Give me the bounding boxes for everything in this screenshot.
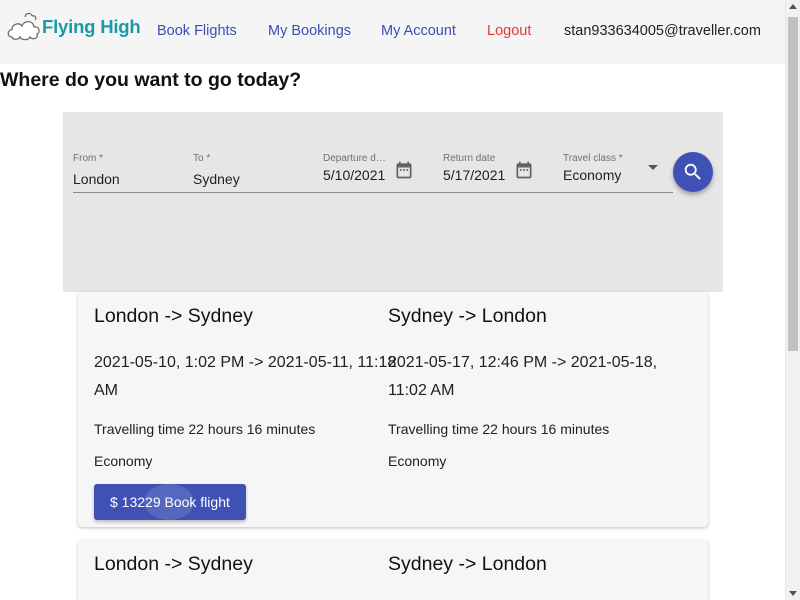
logo[interactable]: Flying High bbox=[6, 10, 142, 44]
outbound-route: London -> Sydney bbox=[94, 553, 253, 575]
flight-result-card: London -> Sydney Sydney -> London bbox=[78, 540, 708, 600]
book-flight-label: $ 13229 Book flight bbox=[110, 494, 230, 510]
scrollbar-thumb[interactable] bbox=[788, 17, 798, 351]
logo-text: Flying High bbox=[42, 16, 141, 37]
outbound-route: London -> Sydney bbox=[94, 305, 253, 327]
search-button[interactable] bbox=[673, 152, 713, 192]
return-route: Sydney -> London bbox=[388, 305, 547, 327]
return-times: 2021-05-17, 12:46 PM -> 2021-05-18, 11:0… bbox=[388, 354, 658, 399]
flight-search-form: From * London To * Sydney Departure date… bbox=[63, 112, 723, 292]
cloud-logo-icon bbox=[7, 12, 40, 41]
flight-result-card: London -> Sydney 2021-05-10, 1:02 PM -> … bbox=[78, 292, 708, 527]
scroll-up-arrow-icon[interactable] bbox=[789, 4, 797, 9]
to-label: To * bbox=[193, 153, 211, 164]
app-header: Flying High Book Flights My Bookings My … bbox=[0, 0, 785, 64]
return-route: Sydney -> London bbox=[388, 553, 547, 575]
travel-class-label: Travel class * bbox=[563, 153, 623, 164]
from-field[interactable]: From * London bbox=[73, 112, 183, 192]
page-title: Where do you want to go today? bbox=[0, 69, 302, 91]
outbound-times: 2021-05-10, 1:02 PM -> 2021-05-11, 11:18… bbox=[94, 354, 397, 399]
from-label: From * bbox=[73, 153, 103, 164]
nav-book-flights[interactable]: Book Flights bbox=[157, 23, 237, 39]
departure-date-label: Departure date bbox=[323, 153, 387, 164]
travel-class-value[interactable]: Economy bbox=[563, 167, 621, 183]
form-underline bbox=[73, 192, 673, 193]
return-date-input[interactable]: 5/17/2021 bbox=[443, 167, 508, 183]
departure-calendar-icon[interactable] bbox=[394, 160, 414, 180]
search-icon bbox=[684, 163, 701, 180]
to-field[interactable]: To * Sydney bbox=[193, 112, 303, 192]
return-calendar-icon[interactable] bbox=[514, 160, 534, 180]
dropdown-arrow-icon[interactable] bbox=[648, 165, 658, 170]
travel-class-select[interactable]: Travel class * Economy bbox=[563, 112, 673, 192]
return-date-field[interactable]: Return date 5/17/2021 bbox=[443, 112, 548, 192]
nav-logout[interactable]: Logout bbox=[487, 23, 531, 39]
outbound-travel-time: Travelling time 22 hours 16 minutes bbox=[94, 421, 316, 437]
book-flight-button[interactable]: $ 13229 Book flight bbox=[94, 484, 246, 520]
departure-date-field[interactable]: Departure date 5/10/2021 bbox=[323, 112, 428, 192]
return-date-label: Return date bbox=[443, 153, 496, 164]
departure-date-input[interactable]: 5/10/2021 bbox=[323, 167, 388, 183]
return-travel-time: Travelling time 22 hours 16 minutes bbox=[388, 421, 610, 437]
nav-my-account[interactable]: My Account bbox=[381, 23, 456, 39]
page-scrollbar[interactable] bbox=[785, 0, 800, 600]
nav-my-bookings[interactable]: My Bookings bbox=[268, 23, 351, 39]
return-cabin: Economy bbox=[388, 453, 447, 469]
outbound-cabin: Economy bbox=[94, 453, 153, 469]
from-input[interactable]: London bbox=[73, 171, 120, 187]
user-email: stan933634005@traveller.com bbox=[564, 23, 761, 39]
scroll-down-arrow-icon[interactable] bbox=[789, 591, 797, 596]
to-input[interactable]: Sydney bbox=[193, 171, 240, 187]
